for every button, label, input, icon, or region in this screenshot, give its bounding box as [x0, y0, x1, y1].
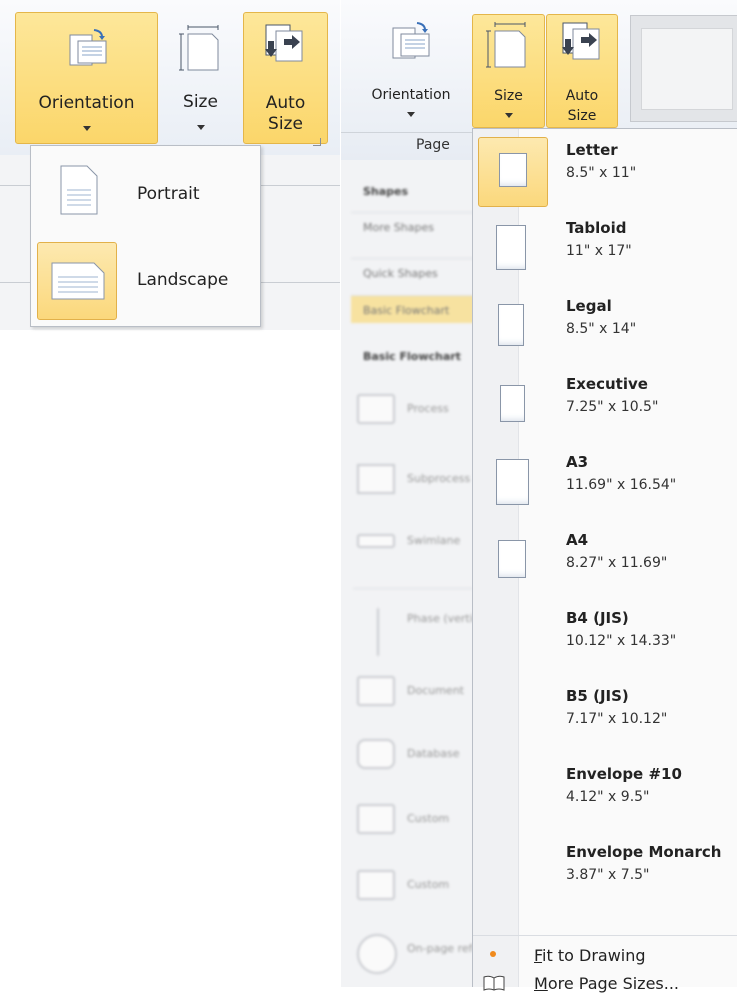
size-item-tabloid[interactable]: Tabloid 11" x 17": [473, 207, 737, 285]
landscape-page-icon: [51, 262, 105, 300]
bullet-icon: [490, 951, 496, 957]
fit-to-drawing-item[interactable]: Fit to Drawing: [473, 941, 737, 969]
orientation-label: Orientation: [371, 87, 451, 103]
stencil-item[interactable]: Database: [357, 735, 467, 775]
size-item-letter[interactable]: Letter 8.5" x 11": [473, 129, 737, 207]
orientation-icon: [69, 29, 107, 66]
size-button[interactable]: Size: [168, 12, 233, 144]
size-label: Size: [183, 92, 218, 112]
auto-size-button[interactable]: Auto Size: [546, 14, 618, 128]
fit-to-drawing-label: Fit to Drawing: [534, 946, 646, 965]
size-item-envelope-monarch[interactable]: Envelope Monarch 3.87" x 7.5": [473, 831, 737, 909]
menu-item-portrait[interactable]: Portrait: [31, 156, 260, 236]
orientation-button[interactable]: Orientation: [15, 12, 158, 144]
page-icon: [499, 153, 527, 187]
landscape-label: Landscape: [137, 270, 229, 290]
page-icon: [496, 459, 529, 505]
page-size-icon: [179, 25, 219, 71]
page-icon: [496, 225, 526, 270]
stencil-item[interactable]: On-page reference: [357, 930, 510, 980]
shapes-pane: Shapes More Shapes Quick Shapes Basic Fl…: [341, 160, 510, 987]
shapes-row-more[interactable]: More Shapes: [351, 212, 476, 240]
page-setup-group-label: Page: [416, 137, 450, 153]
shapes-row-quick[interactable]: Quick Shapes: [351, 258, 476, 286]
size-item-a3[interactable]: A3 11.69" x 16.54": [473, 441, 737, 519]
shapes-title: Shapes: [363, 185, 409, 198]
auto-size-icon: [265, 24, 303, 62]
theme-thumbnail[interactable]: [630, 15, 737, 122]
auto-size-button[interactable]: Auto Size: [243, 12, 328, 144]
chevron-down-icon: [83, 126, 91, 131]
chevron-down-icon: [197, 125, 205, 130]
stencil-item[interactable]: Swimlane: [357, 522, 467, 562]
size-item-executive[interactable]: Executive 7.25" x 10.5": [473, 363, 737, 441]
stencil-item[interactable]: Process: [357, 390, 467, 430]
orientation-icon: [392, 22, 430, 59]
size-item-envelope-10[interactable]: Envelope #10 4.12" x 9.5": [473, 753, 737, 831]
stencil-item[interactable]: Custom: [357, 800, 467, 840]
size-item-b4-jis[interactable]: B4 (JIS) 10.12" x 14.33": [473, 597, 737, 675]
chevron-down-icon: [407, 112, 415, 117]
left-ribbon: Orientation Size Auto Size: [0, 0, 340, 155]
size-item-a4[interactable]: A4 8.27" x 11.69": [473, 519, 737, 597]
size-button[interactable]: Size: [472, 14, 545, 128]
auto-size-label-line2: Size: [567, 108, 597, 124]
menu-item-landscape[interactable]: Landscape: [31, 242, 260, 322]
orientation-label: Orientation: [38, 93, 135, 113]
size-label: Size: [494, 88, 523, 104]
stencil-section-title: Basic Flowchart: [363, 350, 461, 363]
auto-size-icon: [562, 22, 600, 60]
shapes-row-basic-flowchart[interactable]: Basic Flowchart: [351, 295, 476, 323]
page-icon: [498, 540, 526, 578]
page-size-menu: Letter 8.5" x 11" Tabloid 11" x 17" Lega…: [472, 128, 737, 993]
more-page-sizes-item[interactable]: More Page Sizes...: [473, 969, 737, 997]
size-item-b5-jis[interactable]: B5 (JIS) 7.17" x 10.12": [473, 675, 737, 753]
stencil-item[interactable]: Custom: [357, 866, 467, 906]
stencil-item[interactable]: Subprocess: [357, 460, 470, 500]
page-icon: [500, 385, 525, 422]
auto-size-label-line2: Size: [268, 114, 303, 134]
dialog-launcher-icon[interactable]: [313, 138, 321, 146]
orientation-button[interactable]: Orientation: [355, 12, 467, 130]
size-item-legal[interactable]: Legal 8.5" x 14": [473, 285, 737, 363]
auto-size-label-line1: Auto: [265, 93, 306, 113]
more-page-sizes-label: More Page Sizes...: [534, 974, 680, 993]
chevron-down-icon: [505, 113, 513, 118]
page-size-icon: [486, 22, 526, 68]
orientation-menu: Portrait Landscape: [30, 145, 261, 327]
stencil-item[interactable]: Phase (vertical): [357, 604, 493, 660]
stencil-item[interactable]: Document: [357, 672, 467, 712]
book-icon: [483, 975, 505, 991]
portrait-page-icon: [60, 165, 98, 215]
auto-size-label-line1: Auto: [565, 88, 599, 104]
page-icon: [498, 304, 524, 346]
portrait-label: Portrait: [137, 184, 200, 204]
